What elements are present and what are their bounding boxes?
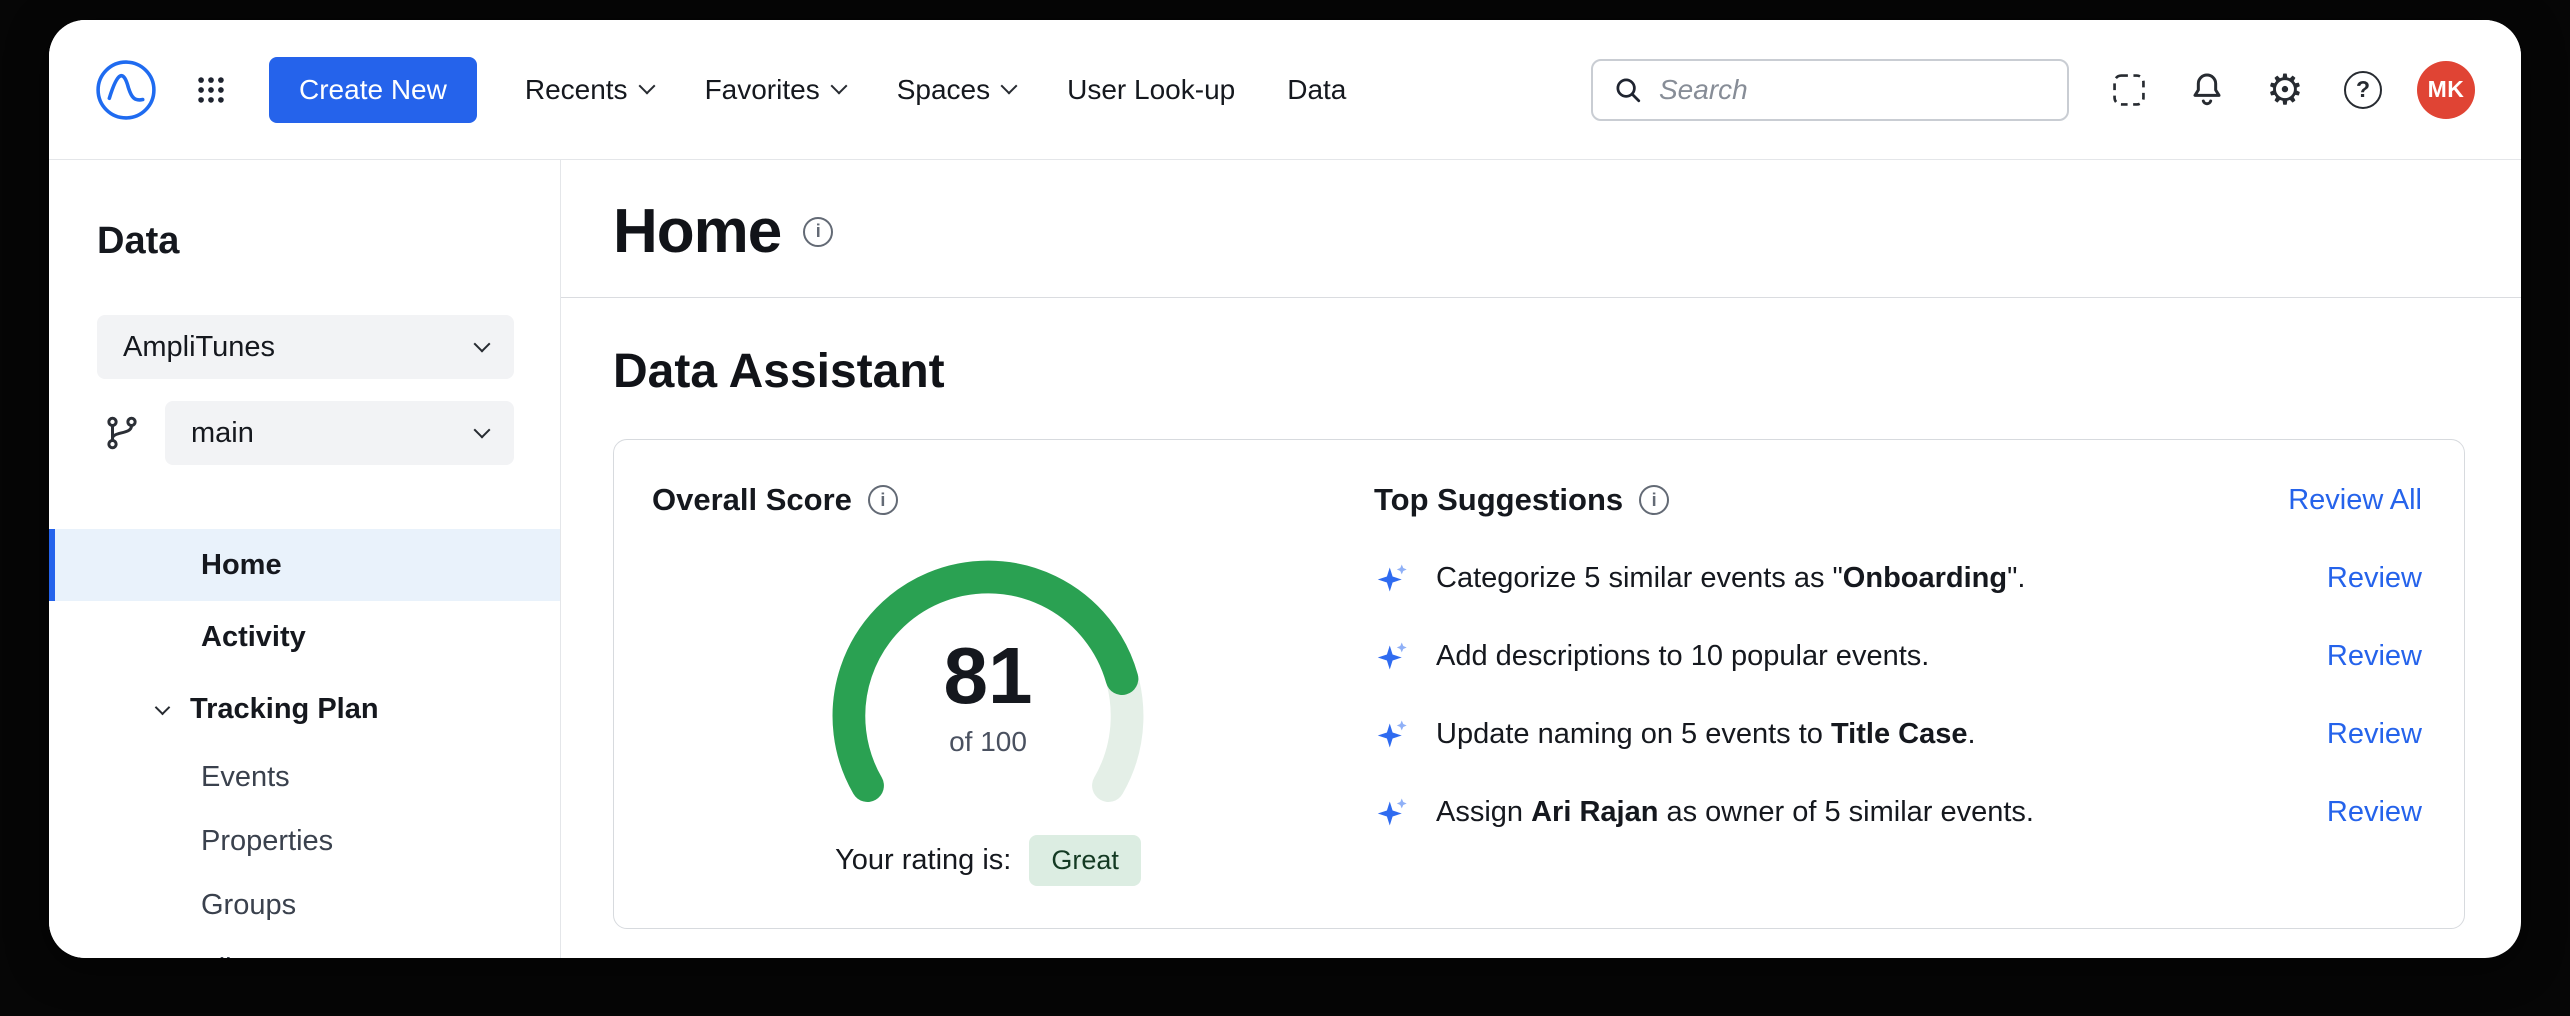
page-title: Home [613, 196, 781, 267]
sparkle-icon [1374, 560, 1410, 596]
sidebar-item-activity[interactable]: Activity [49, 601, 560, 673]
sidebar-item-label: Properties [201, 825, 333, 858]
overall-score-label: Overall Score [652, 482, 852, 518]
chevron-down-icon [638, 78, 655, 95]
score-value: 81 [808, 636, 1168, 716]
suggestion-text: Categorize 5 similar events as "Onboardi… [1436, 562, 2301, 595]
sidebar-item-groups[interactable]: Groups [49, 873, 560, 937]
score-denominator: of 100 [808, 726, 1168, 758]
suggestion-text: Assign Ari Rajan as owner of 5 similar e… [1436, 796, 2301, 829]
sparkle-icon [1374, 716, 1410, 752]
sidebar-item-label: Groups [201, 889, 296, 922]
sidebar-item-home[interactable]: Home [49, 529, 560, 601]
dashed-square-icon[interactable] [2105, 66, 2153, 114]
review-link[interactable]: Review [2327, 640, 2422, 673]
nav-spaces[interactable]: Spaces [897, 74, 1015, 106]
git-branch-icon [103, 414, 141, 452]
nav-user-lookup[interactable]: User Look-up [1067, 74, 1235, 106]
info-icon[interactable] [803, 217, 833, 247]
sidebar-item-label: Filters [201, 953, 280, 959]
review-link[interactable]: Review [2327, 796, 2422, 829]
header-icons: ⚙ MK [2105, 61, 2475, 119]
chevron-down-icon [830, 78, 847, 95]
info-icon[interactable] [868, 485, 898, 515]
nav-data-label: Data [1287, 74, 1346, 106]
suggestion-row: Categorize 5 similar events as "Onboardi… [1374, 560, 2422, 596]
suggestion-row: Add descriptions to 10 popular events. R… [1374, 638, 2422, 674]
review-link[interactable]: Review [2327, 562, 2422, 595]
sidebar-item-label: Events [201, 761, 290, 794]
nav-favorites-label: Favorites [705, 74, 820, 106]
nav-favorites[interactable]: Favorites [705, 74, 845, 106]
app-window: Create New Recents Favorites Spaces User… [49, 20, 2521, 958]
rating-prefix: Your rating is: [835, 844, 1011, 877]
chevron-down-icon [1001, 78, 1018, 95]
create-new-button[interactable]: Create New [269, 57, 477, 123]
amplitude-logo[interactable] [95, 59, 157, 121]
sidebar: Data AmpliTunes main Home [49, 160, 561, 958]
sparkle-icon [1374, 638, 1410, 674]
sidebar-item-tracking-plan[interactable]: Tracking Plan [49, 673, 560, 745]
suggestion-text: Update naming on 5 events to Title Case. [1436, 718, 2301, 751]
sidebar-item-events[interactable]: Events [49, 745, 560, 809]
branch-row: main [103, 401, 514, 465]
nav-spaces-label: Spaces [897, 74, 990, 106]
project-selector[interactable]: AmpliTunes [97, 315, 514, 379]
sidebar-item-filters[interactable]: Filters [49, 937, 560, 958]
suggestion-row: Update naming on 5 events to Title Case.… [1374, 716, 2422, 752]
top-suggestions-panel: Top Suggestions Review All [1324, 482, 2422, 886]
suggestion-text: Add descriptions to 10 popular events. [1436, 640, 2301, 673]
project-selector-value: AmpliTunes [123, 331, 275, 364]
avatar[interactable]: MK [2417, 61, 2475, 119]
main-content: Home Data Assistant Overall Score [561, 160, 2521, 958]
info-icon[interactable] [1639, 485, 1669, 515]
nav-recents-label: Recents [525, 74, 628, 106]
sidebar-item-label: Home [201, 549, 282, 582]
data-assistant-card: Overall Score 81 of 100 [613, 439, 2465, 929]
nav-user-lookup-label: User Look-up [1067, 74, 1235, 106]
chevron-down-icon [155, 699, 171, 715]
top-nav: Recents Favorites Spaces User Look-up Da… [525, 74, 1347, 106]
chevron-down-icon [474, 335, 491, 352]
sparkle-icon [1374, 794, 1410, 830]
sidebar-item-label: Tracking Plan [190, 693, 379, 726]
section-title: Data Assistant [613, 344, 2465, 399]
search-input[interactable] [1657, 73, 2047, 107]
sidebar-nav: Home Activity Tracking Plan Events Prope… [49, 529, 560, 958]
branch-selector[interactable]: main [165, 401, 514, 465]
notifications-bell-icon[interactable] [2183, 66, 2231, 114]
search-box [1591, 59, 2069, 121]
rating-badge: Great [1029, 835, 1141, 886]
help-icon[interactable] [2339, 66, 2387, 114]
suggestion-row: Assign Ari Rajan as owner of 5 similar e… [1374, 794, 2422, 830]
top-suggestions-label: Top Suggestions [1374, 482, 1623, 518]
settings-gear-icon[interactable]: ⚙ [2261, 66, 2309, 114]
sidebar-item-properties[interactable]: Properties [49, 809, 560, 873]
sidebar-item-label: Activity [201, 621, 306, 654]
sidebar-title: Data [97, 220, 560, 263]
nav-recents[interactable]: Recents [525, 74, 653, 106]
top-bar: Create New Recents Favorites Spaces User… [49, 20, 2521, 160]
chevron-down-icon [474, 421, 491, 438]
nav-data[interactable]: Data [1287, 74, 1346, 106]
branch-selector-value: main [191, 417, 254, 450]
overall-score-panel: Overall Score 81 of 100 [652, 482, 1324, 886]
search-icon [1613, 75, 1643, 105]
apps-grid-icon[interactable] [187, 66, 235, 114]
review-all-link[interactable]: Review All [2288, 484, 2422, 517]
score-gauge: 81 of 100 [808, 536, 1168, 811]
review-link[interactable]: Review [2327, 718, 2422, 751]
